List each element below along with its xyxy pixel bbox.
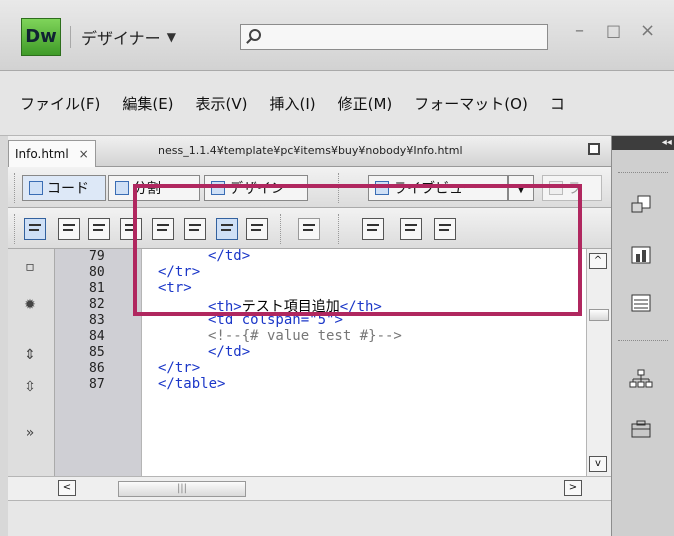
document-tab-bar: Info.html × ness_1.1.4¥template¥pc¥items… bbox=[8, 136, 611, 167]
scroll-left-button[interactable]: < bbox=[58, 480, 76, 496]
print-icon[interactable] bbox=[58, 218, 80, 240]
assets-panel-icon[interactable] bbox=[628, 418, 654, 440]
menu-item-view[interactable]: 表示(V) bbox=[196, 93, 248, 114]
title-bar: Dw デザイナー ▼ – □ × bbox=[0, 0, 674, 71]
panel-grip bbox=[618, 340, 668, 341]
insert-panel-icon[interactable] bbox=[628, 194, 654, 216]
workspace-label: デザイナー bbox=[81, 29, 161, 48]
right-panel-dock: ◂◂ bbox=[611, 136, 674, 536]
menu-item-file[interactable]: ファイル(F) bbox=[20, 93, 100, 114]
line-number: 86 bbox=[89, 361, 105, 376]
maximize-button[interactable]: □ bbox=[606, 21, 621, 40]
line-number: 85 bbox=[89, 345, 105, 360]
toolbar-grip bbox=[14, 173, 17, 203]
menu-bar: ファイル(F) 編集(E) 表示(V) 挿入(I) 修正(M) フォーマット(O… bbox=[0, 71, 674, 136]
layout-icon[interactable] bbox=[24, 218, 46, 240]
vertical-scrollbar[interactable]: ^ v bbox=[586, 249, 611, 476]
menu-item-edit[interactable]: 編集(E) bbox=[122, 93, 173, 114]
code-view-button[interactable]: コード bbox=[22, 175, 106, 201]
line-number: 79 bbox=[89, 249, 105, 264]
minimize-button[interactable]: – bbox=[575, 20, 584, 41]
vertical-scroll-thumb[interactable] bbox=[589, 309, 609, 321]
line-number: 83 bbox=[89, 313, 105, 328]
document-tab[interactable]: Info.html × bbox=[8, 140, 96, 167]
search-input[interactable] bbox=[240, 24, 548, 50]
code-token: </tr> bbox=[158, 360, 201, 376]
ap-elements-icon[interactable] bbox=[628, 292, 654, 314]
scroll-down-button[interactable]: v bbox=[589, 456, 607, 472]
status-bar bbox=[8, 500, 611, 536]
menu-item-insert[interactable]: 挿入(I) bbox=[270, 93, 316, 114]
search-icon bbox=[249, 29, 261, 41]
menu-item-modify[interactable]: 修正(M) bbox=[338, 93, 393, 114]
page-icon[interactable] bbox=[88, 218, 110, 240]
document-tab-label: Info.html bbox=[15, 147, 69, 161]
workspace-switcher[interactable]: デザイナー ▼ bbox=[70, 26, 176, 48]
line-number: 87 bbox=[89, 377, 105, 392]
menu-item-format[interactable]: フォーマット(O) bbox=[414, 93, 528, 114]
line-number: 80 bbox=[89, 265, 105, 280]
css-styles-icon[interactable] bbox=[628, 244, 654, 266]
code-icon bbox=[29, 181, 43, 195]
code-token: <!--{# value test #}--> bbox=[208, 328, 402, 344]
code-token: </table> bbox=[158, 376, 226, 392]
line-number: 81 bbox=[89, 281, 105, 296]
line-numbers: 79 80 81 82 83 84 85 86 87 bbox=[55, 249, 142, 476]
panel-collapse-icon[interactable]: ◂◂ bbox=[612, 136, 674, 150]
split-icon bbox=[115, 181, 129, 195]
coding-tools-gutter: ▫ ✹ ⇕ ⇳ » bbox=[8, 249, 55, 476]
code-line: </td> bbox=[208, 344, 250, 360]
document-path: ness_1.1.4¥template¥pc¥items¥buy¥nobody¥… bbox=[158, 144, 463, 157]
more-tools-icon[interactable]: » bbox=[22, 425, 38, 441]
open-document-icon[interactable]: ▫ bbox=[22, 259, 38, 275]
highlight-annotation bbox=[133, 184, 582, 316]
line-number: 84 bbox=[89, 329, 105, 344]
toolbar-grip bbox=[14, 214, 17, 244]
line-number: 82 bbox=[89, 297, 105, 312]
panel-grip bbox=[618, 172, 668, 173]
files-panel-icon[interactable] bbox=[628, 368, 654, 390]
code-token: </td> bbox=[208, 344, 251, 360]
collapse-selection-icon[interactable]: ⇳ bbox=[22, 379, 38, 395]
code-line: <!--{# value test #}--> bbox=[208, 328, 402, 344]
close-button[interactable]: × bbox=[640, 20, 655, 41]
horizontal-scroll-thumb[interactable]: ||| bbox=[118, 481, 246, 497]
scroll-up-button[interactable]: ^ bbox=[589, 253, 607, 269]
bug-icon[interactable]: ✹ bbox=[22, 297, 38, 313]
code-line: </table> bbox=[158, 376, 225, 392]
code-view-label: コード bbox=[47, 181, 89, 197]
code-line: </tr> bbox=[158, 360, 200, 376]
expand-tag-icon[interactable]: ⇕ bbox=[22, 347, 38, 363]
horizontal-scrollbar[interactable]: < ||| > bbox=[8, 476, 611, 501]
menu-item-commands[interactable]: コ bbox=[550, 93, 565, 114]
scroll-right-button[interactable]: > bbox=[564, 480, 582, 496]
close-icon[interactable]: × bbox=[79, 147, 89, 161]
dreamweaver-logo: Dw bbox=[21, 18, 61, 56]
dreamweaver-window: Dw デザイナー ▼ – □ × ファイル(F) 編集(E) 表示(V) 挿入(… bbox=[0, 0, 674, 536]
chevron-down-icon: ▼ bbox=[166, 30, 176, 44]
restore-window-icon[interactable] bbox=[588, 143, 600, 155]
